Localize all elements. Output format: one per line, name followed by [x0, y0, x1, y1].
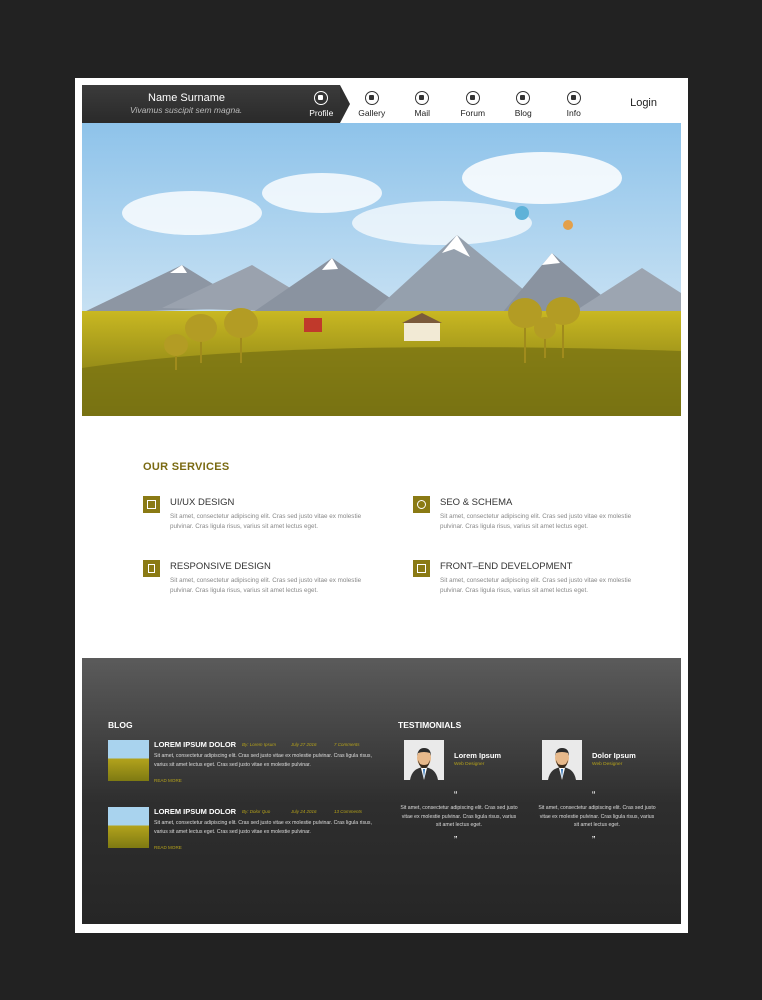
post-date: July 24 2016 — [291, 809, 317, 814]
nav-label: Profile — [309, 107, 334, 118]
post-comments[interactable]: 13 Comments — [334, 809, 362, 814]
nav-profile[interactable]: Profile — [296, 85, 347, 123]
site-name: Name Surname — [148, 92, 226, 104]
login-link[interactable]: Login — [630, 97, 657, 109]
testimonial-role: Web Designer — [454, 762, 485, 767]
testimonials-title: TESTIMONIALS — [398, 720, 462, 730]
quote-close-icon: ” — [454, 835, 458, 846]
nav-label: Forum — [460, 107, 486, 118]
services-title: OUR SERVICES — [143, 461, 230, 473]
hero-image — [82, 123, 681, 416]
layout-icon — [143, 496, 160, 513]
post-date: July 27 2016 — [291, 742, 317, 747]
nav-gallery[interactable]: Gallery — [347, 85, 398, 123]
testimonial-quote: Sit amet, consectetur adipiscing elit. C… — [538, 805, 656, 828]
nav-label: Gallery — [358, 107, 386, 118]
nav-label: Mail — [414, 107, 431, 118]
quote-open-icon: “ — [592, 790, 596, 801]
footer-section: BLOG LOREM IPSUM DOLOR By: Lorem Ipsum J… — [82, 658, 681, 924]
post-comments[interactable]: 7 Comments — [334, 742, 360, 747]
pen-icon — [516, 90, 531, 105]
nav-label: Info — [566, 107, 581, 118]
header: Name Surname Vivamus suscipit sem magna.… — [82, 85, 681, 123]
nav-mail[interactable]: Mail — [397, 85, 448, 123]
avatar — [404, 740, 444, 780]
camera-icon — [364, 90, 379, 105]
nav-blog[interactable]: Blog — [498, 85, 549, 123]
testimonial-card: Dolor Ipsum Web Designer “ Sit amet, con… — [538, 740, 662, 850]
service-title: RESPONSIVE DESIGN — [170, 561, 271, 572]
site-tagline: Vivamus suscipit sem magna. — [130, 105, 243, 115]
post-thumbnail[interactable] — [108, 807, 149, 848]
service-title: FRONT–END DEVELOPMENT — [440, 561, 573, 572]
quote-open-icon: “ — [454, 790, 458, 801]
service-desc: Sit amet, consectetur adipiscing elit. C… — [440, 577, 632, 594]
service-desc: Sit amet, consectetur adipiscing elit. C… — [170, 577, 362, 594]
search-icon — [413, 496, 430, 513]
testimonial-card: Lorem Ipsum Web Designer “ Sit amet, con… — [400, 740, 524, 850]
blog-post[interactable]: LOREM IPSUM DOLOR By: Lorem Ipsum July 2… — [108, 740, 383, 785]
read-more-link[interactable]: READ MORE — [154, 778, 182, 783]
post-title[interactable]: LOREM IPSUM DOLOR — [154, 807, 236, 816]
user-icon — [314, 90, 329, 105]
nav-label: Blog — [514, 107, 532, 118]
post-author: By: Dolor Quo — [242, 809, 271, 814]
nav-info[interactable]: Info — [549, 85, 600, 123]
quote-close-icon: ” — [592, 835, 596, 846]
testimonial-quote: Sit amet, consectetur adipiscing elit. C… — [400, 805, 518, 828]
page-content: Name Surname Vivamus suscipit sem magna.… — [82, 85, 681, 924]
code-icon — [413, 560, 430, 577]
post-excerpt: Sit amet, consectetur adipiscing elit. C… — [154, 753, 372, 768]
main-nav: Profile Gallery Mail Forum Blog Info — [296, 85, 599, 123]
page-frame: Name Surname Vivamus suscipit sem magna.… — [75, 78, 688, 933]
testimonial-name: Dolor Ipsum — [592, 751, 636, 760]
testimonial-name: Lorem Ipsum — [454, 751, 502, 760]
post-title[interactable]: LOREM IPSUM DOLOR — [154, 740, 236, 749]
avatar — [542, 740, 582, 780]
mobile-icon — [143, 560, 160, 577]
post-thumbnail[interactable] — [108, 740, 149, 781]
blog-title: BLOG — [108, 720, 133, 730]
nav-forum[interactable]: Forum — [448, 85, 499, 123]
mail-icon — [415, 90, 430, 105]
service-desc: Sit amet, consectetur adipiscing elit. C… — [440, 513, 632, 530]
post-excerpt: Sit amet, consectetur adipiscing elit. C… — [154, 820, 372, 835]
post-author: By: Lorem Ipsum — [242, 742, 277, 747]
testimonial-role: Web Designer — [592, 762, 623, 767]
service-title: SEO & SCHEMA — [440, 497, 513, 508]
blog-post[interactable]: LOREM IPSUM DOLOR By: Dolor Quo July 24 … — [108, 807, 383, 852]
service-title: UI/UX DESIGN — [170, 497, 235, 508]
services-section: OUR SERVICES UI/UX DESIGN Sit amet, cons… — [82, 416, 681, 658]
service-desc: Sit amet, consectetur adipiscing elit. C… — [170, 513, 362, 530]
info-icon — [566, 90, 581, 105]
read-more-link[interactable]: READ MORE — [154, 845, 182, 850]
forum-icon — [465, 90, 480, 105]
landscape-illustration — [82, 123, 681, 416]
